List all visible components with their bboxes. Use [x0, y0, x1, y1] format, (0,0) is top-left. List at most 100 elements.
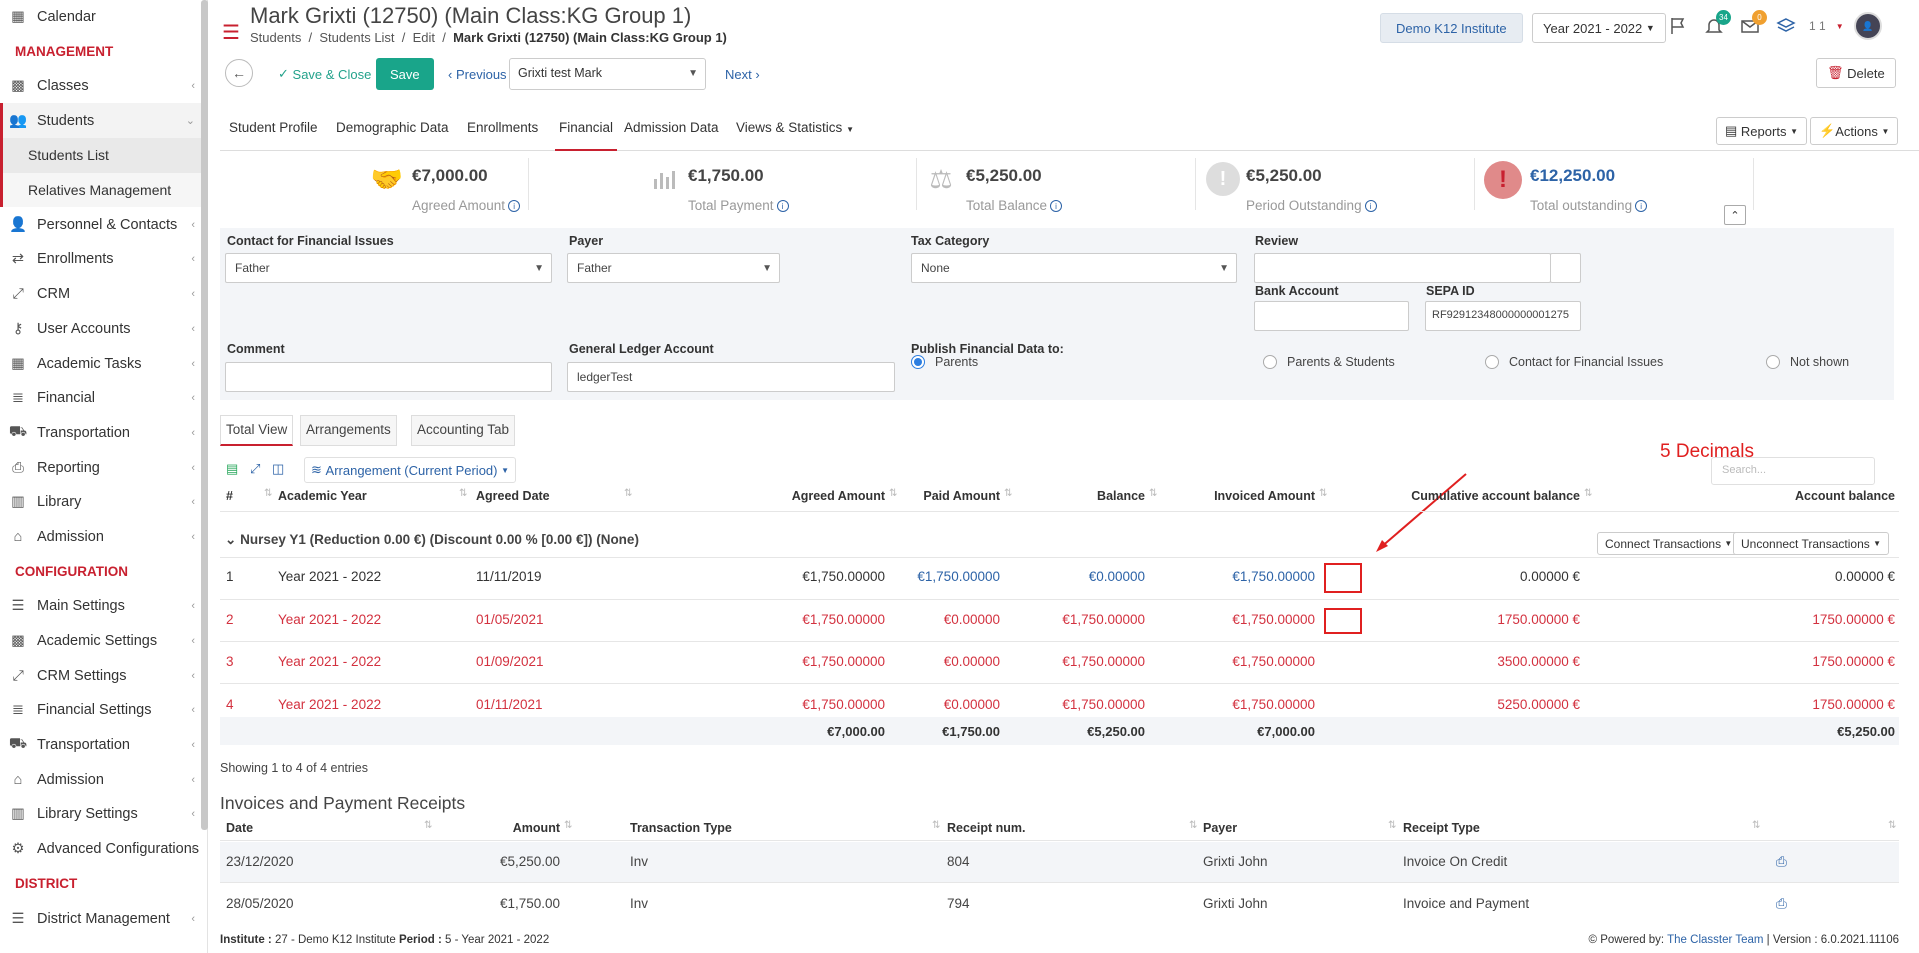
tab-enrollments[interactable]: Enrollments [467, 120, 538, 151]
sidebar-item-transportation-settings[interactable]: ⛟ Transportation ‹ [0, 728, 207, 763]
breadcrumb-edit[interactable]: Edit [413, 30, 435, 45]
tab-financial[interactable]: Financial [555, 120, 618, 151]
sidebar-item-classes[interactable]: ▩ Classes ‹ [0, 69, 207, 104]
sidebar-scrollbar[interactable] [201, 0, 208, 830]
info-icon[interactable]: i [1364, 200, 1377, 213]
table-row[interactable]: 2 Year 2021 - 2022 01/05/2021 €1,750.000… [220, 603, 1899, 637]
sort-icon[interactable]: ⇅ [624, 488, 632, 499]
print-icon[interactable]: ⎙ [1776, 896, 1787, 912]
tax-category-select[interactable]: None ▼ [911, 253, 1237, 283]
info-icon[interactable]: i [776, 200, 789, 213]
tab-demographic-data[interactable]: Demographic Data [336, 120, 449, 151]
sidebar-item-relatives[interactable]: Relatives Management [0, 172, 207, 208]
radio-parents-students[interactable]: Parents & Students [1263, 355, 1395, 369]
sidebar-item-user-accounts[interactable]: ⚷ User Accounts ‹ [0, 312, 207, 347]
mail-icon[interactable]: 0 [1737, 10, 1767, 39]
radio-not-shown[interactable]: Not shown [1766, 355, 1849, 369]
sort-icon[interactable]: ⇅ [1584, 488, 1592, 499]
tab-admission-data[interactable]: Admission Data [624, 120, 719, 151]
sidebar-item-main-settings[interactable]: ☰ Main Settings ‹ [0, 589, 207, 624]
contact-select[interactable]: Father ▼ [225, 253, 552, 283]
sort-icon[interactable]: ⇅ [459, 488, 467, 499]
table-row[interactable]: 28/05/2020 €1,750.00 Inv 794 Grixti John… [220, 884, 1899, 924]
table-row[interactable]: 23/12/2020 €5,250.00 Inv 804 Grixti John… [220, 842, 1899, 882]
subtab-arrangements[interactable]: Arrangements [300, 415, 397, 446]
sidebar-item-transportation[interactable]: ⛟ Transportation ‹ [0, 416, 207, 451]
institute-button[interactable]: Demo K12 Institute [1380, 13, 1523, 43]
reports-button[interactable]: ▤ Reports ▼ [1716, 117, 1807, 145]
breadcrumb-students-list[interactable]: Students List [319, 30, 394, 45]
sort-icon[interactable]: ⇅ [1752, 820, 1760, 831]
sort-icon[interactable]: ⇅ [932, 820, 940, 831]
actions-button[interactable]: ⚡ Actions ▼ [1810, 117, 1899, 145]
table-row[interactable]: 3 Year 2021 - 2022 01/09/2021 €1,750.000… [220, 645, 1899, 679]
back-button[interactable]: ← [225, 59, 253, 87]
next-button[interactable]: Next › [717, 59, 768, 89]
sidebar-item-admission[interactable]: ⌂ Admission ‹ [0, 520, 207, 555]
sidebar-item-calendar[interactable]: ▦ Calendar [0, 0, 207, 34]
sidebar-item-enrollments[interactable]: ⇄ Enrollments ‹ [0, 242, 207, 277]
sidebar-item-personnel[interactable]: 👤 Personnel & Contacts ‹ [0, 207, 207, 242]
sidebar-item-financial-settings[interactable]: ≣ Financial Settings ‹ [0, 693, 207, 728]
radio-contact[interactable]: Contact for Financial Issues [1485, 355, 1663, 369]
print-icon[interactable]: ⎙ [1776, 854, 1787, 870]
sidebar-item-academic-tasks[interactable]: ▦ Academic Tasks ‹ [0, 346, 207, 381]
sort-icon[interactable]: ⇅ [1004, 488, 1012, 499]
info-icon[interactable]: i [508, 200, 521, 213]
save-button[interactable]: Save [376, 58, 434, 90]
sidebar-item-district[interactable]: ☰ District Management ‹ [0, 901, 207, 936]
layers-icon[interactable] [1773, 13, 1799, 39]
bank-account-input[interactable] [1254, 301, 1409, 331]
sort-icon[interactable]: ⇅ [1388, 820, 1396, 831]
menu-toggle-icon[interactable]: ☰ [222, 20, 240, 45]
avatar[interactable]: 👤 [1853, 12, 1882, 40]
sidebar-item-students-list[interactable]: Students List [0, 138, 207, 173]
review-addon[interactable] [1550, 253, 1581, 283]
table-row[interactable]: 1 Year 2021 - 2022 11/11/2019 €1,750.000… [220, 560, 1899, 594]
sidebar-item-students[interactable]: 👥 Students ⌄ [0, 103, 207, 139]
sidebar-item-admission-settings[interactable]: ⌂ Admission ‹ [0, 762, 207, 797]
breadcrumb-students[interactable]: Students [250, 30, 301, 45]
sort-icon[interactable]: ⇅ [264, 488, 272, 499]
sort-icon[interactable]: ⇅ [564, 820, 572, 831]
unconnect-transactions-button[interactable]: Unconnect Transactions ▼ [1733, 532, 1890, 555]
arrangement-select[interactable]: ≋ Arrangement (Current Period) ▼ [304, 457, 517, 483]
save-close-button[interactable]: ✓ Save & Close [270, 59, 380, 89]
group-row[interactable]: ⌄ Nursey Y1 (Reduction 0.00 €) (Discount… [225, 532, 639, 548]
excel-icon[interactable]: ▤ [226, 461, 238, 477]
student-select[interactable]: Grixti test Mark ▼ [509, 58, 706, 90]
sidebar-item-crm[interactable]: ⤢ CRM ‹ [0, 277, 207, 312]
caret-down-icon[interactable]: ▼ [1836, 22, 1844, 31]
delete-button[interactable]: 🗑 Delete [1816, 58, 1896, 88]
collapse-button[interactable]: ⌃ [1724, 205, 1746, 225]
connect-transactions-button[interactable]: Connect Transactions ▼ [1597, 532, 1741, 555]
sort-icon[interactable]: ⇅ [1888, 820, 1896, 831]
tab-views-statistics[interactable]: Views & Statistics ▼ [736, 120, 854, 151]
sepa-id-input[interactable]: RF92912348000000001275 [1425, 301, 1581, 331]
info-icon[interactable]: i [1635, 200, 1648, 213]
bell-icon[interactable]: 34 [1701, 10, 1731, 39]
radio-parents[interactable]: Parents [911, 355, 978, 369]
sidebar-item-advanced[interactable]: ⚙ Advanced Configurations ‹ [0, 832, 207, 867]
sidebar-item-reporting[interactable]: ⎙ Reporting ‹ [0, 450, 207, 485]
subtab-accounting[interactable]: Accounting Tab [411, 415, 516, 446]
subtab-total-view[interactable]: Total View [220, 415, 294, 446]
sort-icon[interactable]: ⇅ [424, 820, 432, 831]
expand-icon[interactable]: ⤢ [250, 461, 260, 477]
flag-icon[interactable] [1665, 13, 1691, 39]
sidebar-item-financial[interactable]: ≣ Financial ‹ [0, 381, 207, 416]
ledger-input[interactable]: ledgerTest [567, 362, 895, 392]
sidebar-item-library[interactable]: ▥ Library ‹ [0, 485, 207, 520]
classter-link[interactable]: The Classter Team [1667, 934, 1763, 946]
year-selector[interactable]: Year 2021 - 2022 ▼ [1532, 13, 1666, 43]
sort-icon[interactable]: ⇅ [1319, 488, 1327, 499]
sidebar-item-crm-settings[interactable]: ⤢ CRM Settings ‹ [0, 658, 207, 693]
previous-button[interactable]: ‹ Previous [440, 59, 515, 89]
sidebar-item-academic-settings[interactable]: ▩ Academic Settings ‹ [0, 624, 207, 659]
review-input[interactable] [1254, 253, 1551, 283]
sort-icon[interactable]: ⇅ [1149, 488, 1157, 499]
payer-select[interactable]: Father ▼ [567, 253, 780, 283]
comment-input[interactable] [225, 362, 552, 392]
tab-student-profile[interactable]: Student Profile [229, 120, 318, 151]
info-icon[interactable]: i [1050, 200, 1063, 213]
